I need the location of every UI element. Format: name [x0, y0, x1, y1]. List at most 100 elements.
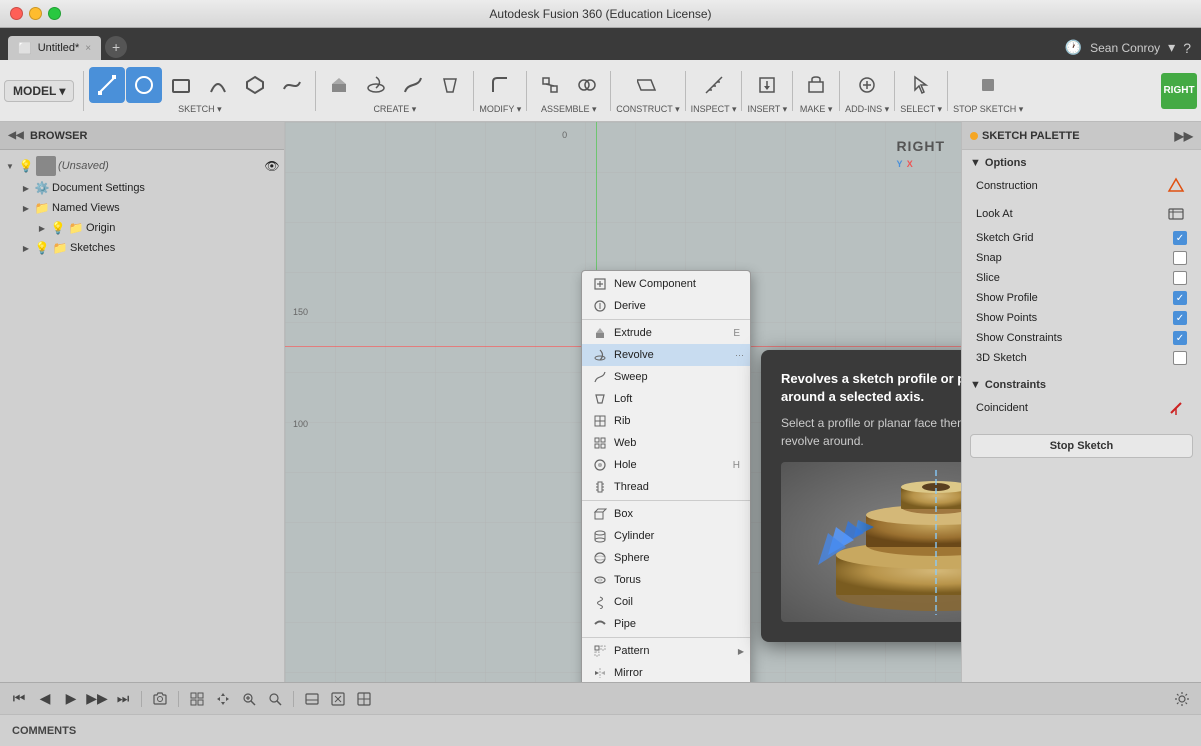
- menu-item-hole[interactable]: Hole H: [582, 454, 750, 476]
- menu-item-cylinder[interactable]: Cylinder: [582, 525, 750, 547]
- constraints-section-header[interactable]: ▼ Constraints: [970, 376, 1193, 394]
- sketches-toggle[interactable]: ▶: [20, 242, 32, 254]
- named-views-toggle[interactable]: ▶: [20, 202, 32, 214]
- insert-label[interactable]: INSERT ▾: [747, 104, 787, 115]
- create-label[interactable]: CREATE ▾: [373, 104, 416, 115]
- construct-label[interactable]: CONSTRUCT ▾: [616, 104, 679, 115]
- sketch-grid-checkbox[interactable]: ✓: [1173, 231, 1187, 245]
- menu-item-new-component[interactable]: New Component: [582, 273, 750, 295]
- settings-gear-button[interactable]: [1171, 688, 1193, 710]
- menu-item-revolve[interactable]: Revolve ···: [582, 344, 750, 366]
- model-mode-button[interactable]: MODEL ▾: [4, 80, 74, 102]
- inspect-label[interactable]: INSPECT ▾: [691, 104, 737, 115]
- menu-item-sphere[interactable]: Sphere: [582, 547, 750, 569]
- make-button[interactable]: [798, 67, 834, 103]
- select-button[interactable]: [903, 67, 939, 103]
- sketch-arc-button[interactable]: [200, 67, 236, 103]
- grid-view-button[interactable]: [186, 688, 208, 710]
- sidebar-item-origin[interactable]: ▶ 💡 📁 Origin: [0, 218, 284, 238]
- sketch-palette-expand-button[interactable]: ▶▶: [1175, 129, 1193, 143]
- create-sweep-button[interactable]: [395, 67, 431, 103]
- sidebar-collapse-button[interactable]: ◀◀: [8, 128, 24, 144]
- maximize-button[interactable]: [48, 7, 61, 20]
- zoom-button[interactable]: [238, 688, 260, 710]
- history-icon[interactable]: 🕐: [1065, 39, 1082, 56]
- create-loft-button[interactable]: [432, 67, 468, 103]
- menu-item-sweep[interactable]: Sweep: [582, 366, 750, 388]
- root-toggle[interactable]: ▼: [4, 160, 16, 172]
- section-analysis-button[interactable]: [353, 688, 375, 710]
- minimize-button[interactable]: [29, 7, 42, 20]
- sidebar-item-named-views[interactable]: ▶ 📁 Named Views: [0, 198, 284, 218]
- slice-checkbox[interactable]: [1173, 271, 1187, 285]
- inspect-measure-button[interactable]: [696, 67, 732, 103]
- user-dropdown-icon[interactable]: ▾: [1168, 39, 1175, 56]
- menu-item-torus[interactable]: Torus: [582, 569, 750, 591]
- options-section-header[interactable]: ▼ Options: [970, 154, 1193, 172]
- play-button[interactable]: ▶: [60, 688, 82, 710]
- addins-label[interactable]: ADD-INS ▾: [845, 104, 889, 115]
- look-at-icon-button[interactable]: [1165, 203, 1187, 225]
- play-end-button[interactable]: ⏭: [112, 688, 134, 710]
- visibility-icon[interactable]: 👁: [264, 158, 280, 174]
- menu-item-rib[interactable]: Rib: [582, 410, 750, 432]
- assemble-label[interactable]: ASSEMBLE ▾: [541, 104, 597, 115]
- create-revolve-button[interactable]: [358, 67, 394, 103]
- active-tab[interactable]: ⬜ Untitled* ×: [8, 36, 101, 60]
- camera-icon-button[interactable]: [149, 688, 171, 710]
- new-tab-button[interactable]: +: [105, 36, 127, 58]
- sketch-circle-button[interactable]: [126, 67, 162, 103]
- menu-item-pipe[interactable]: Pipe: [582, 613, 750, 635]
- coincident-icon-button[interactable]: [1165, 397, 1187, 419]
- assemble-button[interactable]: [532, 67, 568, 103]
- fit-view-button[interactable]: [264, 688, 286, 710]
- assemble-joint-button[interactable]: [569, 67, 605, 103]
- origin-toggle[interactable]: ▶: [36, 222, 48, 234]
- menu-item-web[interactable]: Web: [582, 432, 750, 454]
- menu-item-coil[interactable]: Coil: [582, 591, 750, 613]
- sketch-spline-button[interactable]: [274, 67, 310, 103]
- construct-plane-button[interactable]: [630, 67, 666, 103]
- stop-sketch-label[interactable]: STOP SKETCH ▾: [953, 104, 1023, 115]
- sketch-rect-button[interactable]: [163, 67, 199, 103]
- menu-item-extrude[interactable]: Extrude E: [582, 322, 750, 344]
- sidebar-root-item[interactable]: ▼ 💡 (Unsaved) 👁: [0, 154, 284, 178]
- insert-button[interactable]: [749, 67, 785, 103]
- menu-item-derive[interactable]: Derive: [582, 295, 750, 317]
- modify-label[interactable]: MODIFY ▾: [479, 104, 521, 115]
- sketch-polygon-button[interactable]: [237, 67, 273, 103]
- tab-close-button[interactable]: ×: [85, 43, 91, 54]
- inspect-view-button[interactable]: [327, 688, 349, 710]
- addins-button[interactable]: [849, 67, 885, 103]
- menu-item-thread[interactable]: Thread: [582, 476, 750, 498]
- construction-icon-button[interactable]: [1165, 175, 1187, 197]
- menu-item-loft[interactable]: Loft: [582, 388, 750, 410]
- stop-sketch-button[interactable]: [970, 67, 1006, 103]
- make-label[interactable]: MAKE ▾: [800, 104, 833, 115]
- help-icon[interactable]: ?: [1183, 40, 1191, 56]
- pan-button[interactable]: [212, 688, 234, 710]
- 3d-sketch-checkbox[interactable]: [1173, 351, 1187, 365]
- stop-sketch-button[interactable]: Stop Sketch: [970, 434, 1193, 458]
- sidebar-item-sketches[interactable]: ▶ 💡 📁 Sketches: [0, 238, 284, 258]
- canvas-area[interactable]: 150 100 0 RIGHT Y X New Component Derive: [285, 122, 961, 682]
- menu-item-pattern[interactable]: Pattern: [582, 640, 750, 662]
- menu-item-box[interactable]: Box: [582, 503, 750, 525]
- create-extrude-button[interactable]: [321, 67, 357, 103]
- play-back-button[interactable]: ◀: [34, 688, 56, 710]
- doc-settings-toggle[interactable]: ▶: [20, 182, 32, 194]
- user-name[interactable]: Sean Conroy: [1090, 41, 1160, 55]
- display-settings-button[interactable]: [301, 688, 323, 710]
- select-label[interactable]: SELECT ▾: [900, 104, 942, 115]
- play-forward-button[interactable]: ▶▶: [86, 688, 108, 710]
- play-start-button[interactable]: ⏮: [8, 688, 30, 710]
- modify-fillet-button[interactable]: [482, 67, 518, 103]
- menu-item-mirror[interactable]: Mirror: [582, 662, 750, 682]
- show-points-checkbox[interactable]: ✓: [1173, 311, 1187, 325]
- close-button[interactable]: [10, 7, 23, 20]
- sidebar-item-doc-settings[interactable]: ▶ ⚙️ Document Settings: [0, 178, 284, 198]
- show-constraints-checkbox[interactable]: ✓: [1173, 331, 1187, 345]
- show-profile-checkbox[interactable]: ✓: [1173, 291, 1187, 305]
- sketch-line-button[interactable]: [89, 67, 125, 103]
- right-view-button[interactable]: RIGHT: [1161, 73, 1197, 109]
